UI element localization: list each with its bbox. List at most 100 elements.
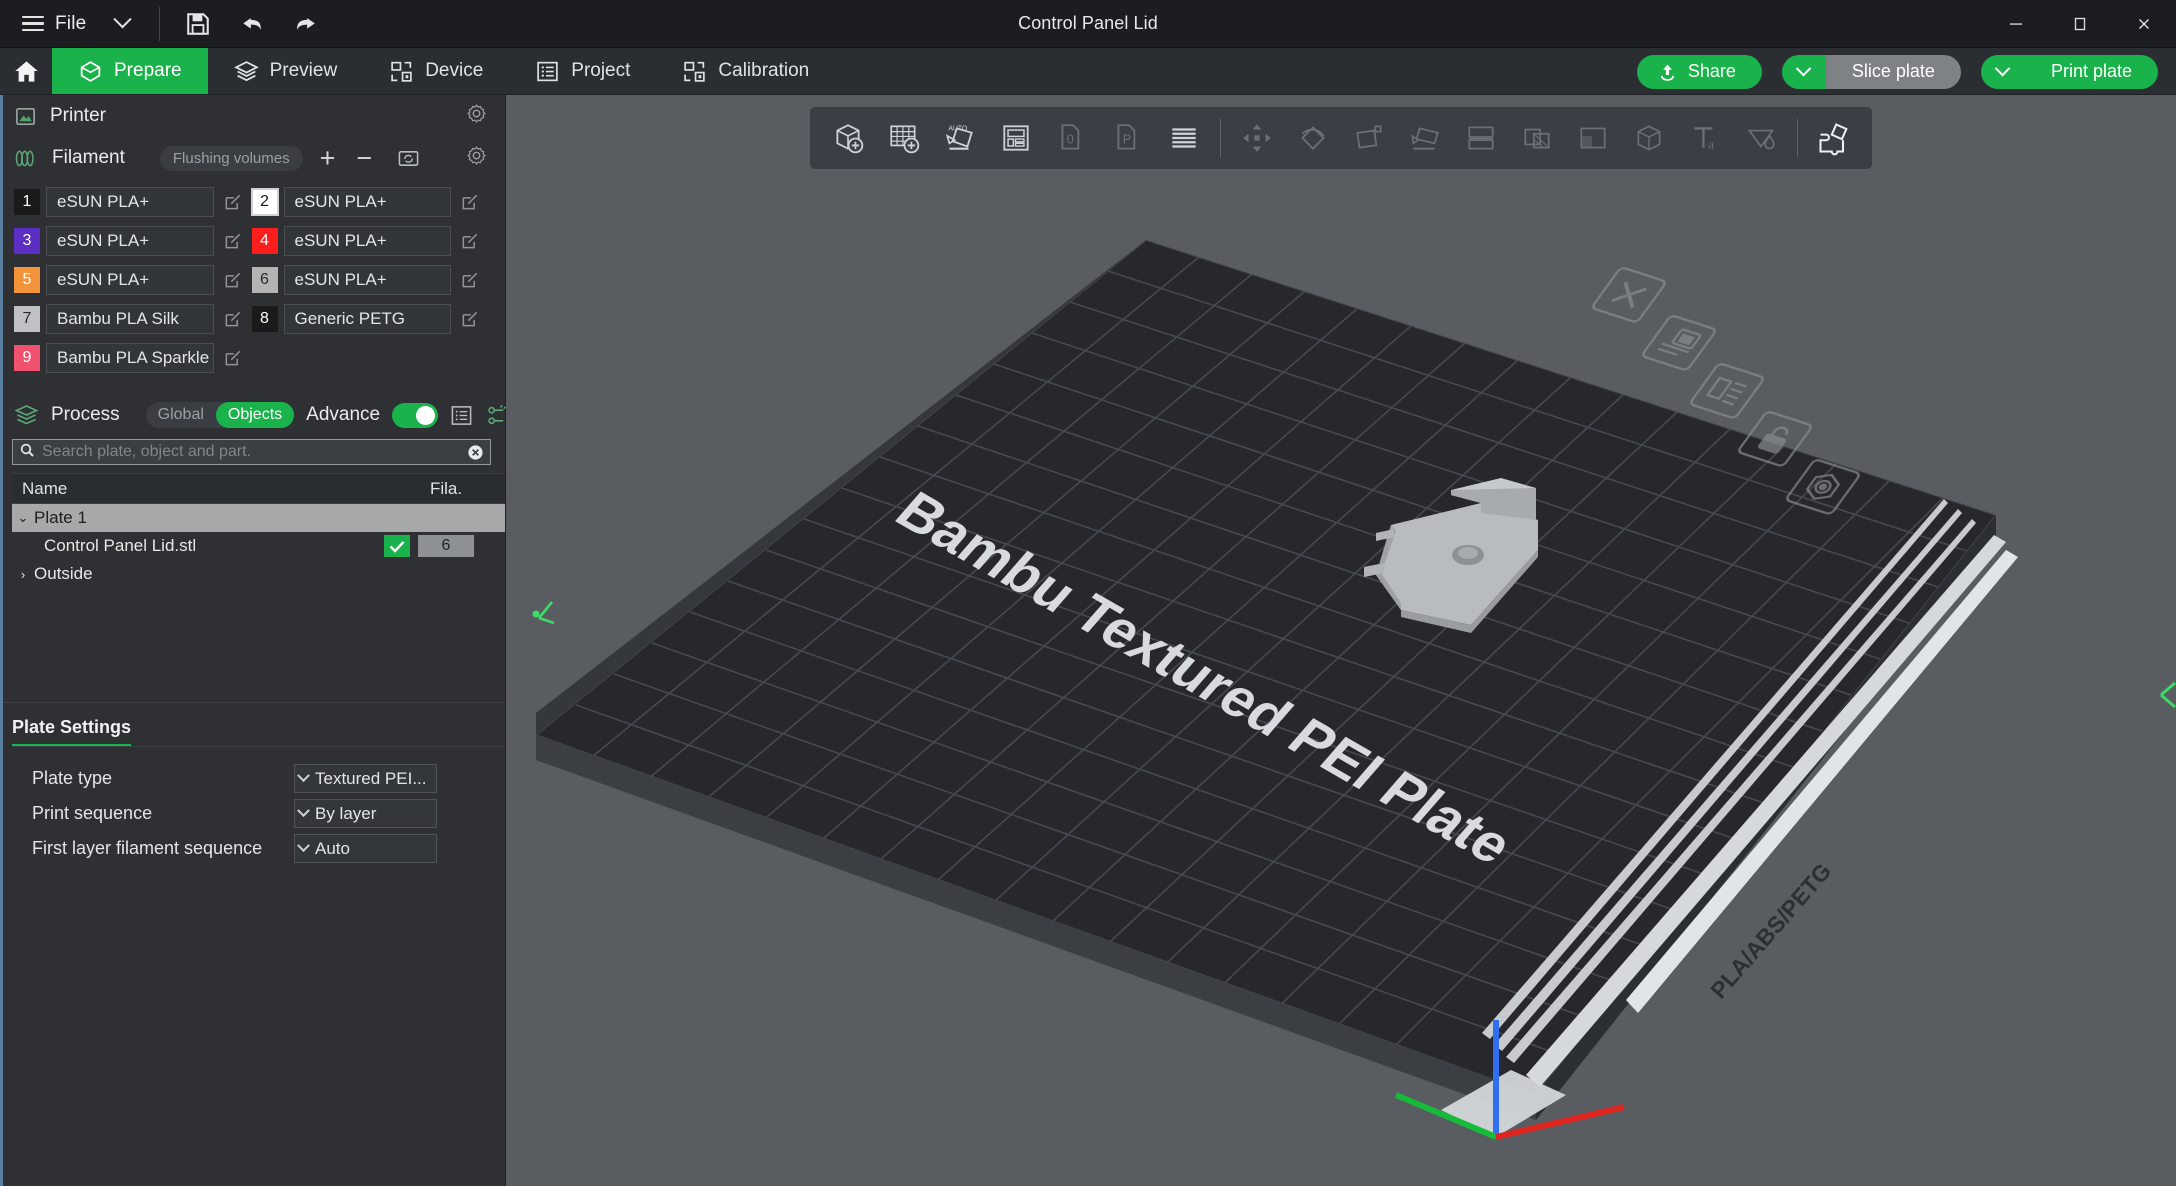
fuzzy-skin-button[interactable] [1733, 110, 1789, 166]
process-scope-objects[interactable]: Objects [215, 402, 295, 428]
flushing-volumes-button[interactable]: Flushing volumes [159, 145, 303, 171]
filament-color-2[interactable]: 2 [250, 188, 279, 216]
file-menu-button[interactable]: File [14, 0, 96, 47]
share-button[interactable]: Share [1636, 54, 1762, 89]
plate-type-select[interactable]: Textured PEI... [294, 764, 437, 793]
svg-text:P: P [1123, 131, 1132, 146]
filament-name-5[interactable]: eSUN PLA+ [46, 265, 214, 295]
object-settings-button[interactable] [485, 404, 508, 427]
redo-button[interactable] [280, 0, 332, 48]
print-sequence-select[interactable]: By layer [294, 799, 437, 828]
print-dropdown-arrow[interactable] [1980, 54, 2025, 89]
filament-color-8[interactable]: 8 [251, 306, 278, 332]
object-search-bar[interactable] [12, 439, 491, 465]
home-button[interactable] [0, 48, 52, 94]
maximize-button[interactable] [2048, 0, 2112, 48]
add-object-button[interactable] [820, 110, 876, 166]
slice-plate-label[interactable]: Slice plate [1825, 54, 1961, 89]
filament-edit-3[interactable] [214, 231, 252, 251]
tab-project[interactable]: Project [509, 48, 656, 94]
process-scope-global[interactable]: Global [146, 402, 216, 428]
filament-color-3[interactable]: 3 [14, 228, 40, 254]
tree-row-plate-1[interactable]: ⌄ Plate 1 [12, 504, 505, 532]
filament-color-9[interactable]: 9 [14, 345, 40, 371]
slice-plate-button[interactable]: Slice plate [1781, 54, 1961, 89]
search-input[interactable] [42, 443, 460, 461]
filament-color-1[interactable]: 1 [14, 189, 40, 215]
minimize-button[interactable] [1984, 0, 2048, 48]
filament-color-5[interactable]: 5 [14, 267, 40, 293]
filament-edit-4[interactable] [451, 231, 489, 251]
object-visibility-toggle[interactable] [379, 535, 415, 557]
rotate-button[interactable] [1285, 110, 1341, 166]
copy-object-button[interactable]: 0 [1044, 110, 1100, 166]
object-filament-cell[interactable]: 6 [415, 535, 477, 557]
support-paint-button[interactable] [1509, 110, 1565, 166]
variable-layer-height-icon [1172, 128, 1196, 148]
sync-filament-button[interactable] [397, 148, 420, 169]
filament-edit-7[interactable] [214, 309, 252, 329]
filament-color-7[interactable]: 7 [14, 306, 40, 332]
cut-button[interactable] [1453, 110, 1509, 166]
auto-layout-button[interactable] [988, 110, 1044, 166]
advance-toggle[interactable] [392, 402, 439, 428]
3d-viewport[interactable]: Bambu Textured PEI Plate PLA/ABS/PETG AU… [506, 95, 2176, 1186]
filament-edit-8[interactable] [451, 309, 489, 329]
print-plate-button[interactable]: Print plate [1980, 54, 2158, 89]
filament-name-4[interactable]: eSUN PLA+ [283, 226, 451, 256]
add-plate-button[interactable] [876, 110, 932, 166]
tree-row-object[interactable]: Control Panel Lid.stl 6 [12, 532, 505, 560]
expand-caret-icon[interactable]: ⌄ [12, 510, 34, 526]
auto-arrange-button[interactable]: AUTO [932, 110, 988, 166]
close-button[interactable] [2112, 0, 2176, 48]
paste-object-button[interactable]: P [1100, 110, 1156, 166]
filament-color-4[interactable]: 4 [251, 228, 278, 254]
tab-prepare[interactable]: Prepare [52, 48, 208, 94]
menu-dropdown-button[interactable] [98, 0, 147, 47]
collapse-caret-icon[interactable]: › [12, 567, 34, 582]
filament-name-3[interactable]: eSUN PLA+ [46, 226, 214, 256]
filament-settings-button[interactable] [466, 145, 487, 171]
filament-name-8[interactable]: Generic PETG [283, 304, 451, 334]
seam-paint-button[interactable] [1565, 110, 1621, 166]
filament-name-1[interactable]: eSUN PLA+ [46, 187, 214, 217]
filament-edit-5[interactable] [214, 270, 252, 290]
print-plate-label[interactable]: Print plate [2024, 54, 2158, 89]
filament-slot-8: 8 Generic PETG [251, 304, 490, 334]
save-button[interactable] [172, 0, 224, 48]
tab-device[interactable]: Device [363, 48, 509, 94]
sidebar-edge-accent [0, 95, 3, 1186]
assembly-view-button[interactable] [1806, 110, 1862, 166]
flatten-button[interactable] [1397, 110, 1453, 166]
printer-settings-button[interactable] [466, 103, 487, 129]
filament-name-6[interactable]: eSUN PLA+ [283, 265, 451, 295]
filament-edit-9[interactable] [214, 348, 252, 368]
filament-color-6[interactable]: 6 [251, 267, 278, 293]
filament-edit-6[interactable] [451, 270, 489, 290]
filament-name-7[interactable]: Bambu PLA Silk [46, 304, 214, 334]
variable-layer-height-button[interactable] [1156, 110, 1212, 166]
printer-icon [14, 105, 37, 128]
remove-filament-button[interactable]: − [352, 144, 376, 172]
filament-name-9[interactable]: Bambu PLA Sparkle [46, 343, 214, 373]
printer-section-header[interactable]: Printer [0, 95, 505, 137]
slice-dropdown-arrow[interactable] [1781, 54, 1826, 89]
filament-edit-1[interactable] [214, 192, 252, 212]
filament-edit-2[interactable] [451, 192, 489, 212]
tab-calibration[interactable]: Calibration [656, 48, 835, 94]
list-view-button[interactable] [450, 404, 473, 427]
filament-name-2[interactable]: eSUN PLA+ [283, 187, 451, 217]
move-button[interactable] [1229, 110, 1285, 166]
first-layer-filament-sequence-select[interactable]: Auto [294, 834, 437, 863]
tree-row-outside[interactable]: › Outside [12, 560, 505, 588]
text-emboss-button[interactable]: a [1677, 110, 1733, 166]
add-filament-button[interactable]: + [316, 144, 340, 172]
clear-search-button[interactable] [467, 444, 484, 461]
color-paint-button[interactable] [1621, 110, 1677, 166]
undo-button[interactable] [226, 0, 278, 48]
scale-button[interactable] [1341, 110, 1397, 166]
clear-icon [468, 444, 483, 460]
tab-preview[interactable]: Preview [208, 48, 364, 94]
3d-scene[interactable]: Bambu Textured PEI Plate PLA/ABS/PETG [506, 95, 2176, 1186]
plate-settings-rows: Plate type Textured PEI... Print sequenc… [0, 747, 505, 866]
